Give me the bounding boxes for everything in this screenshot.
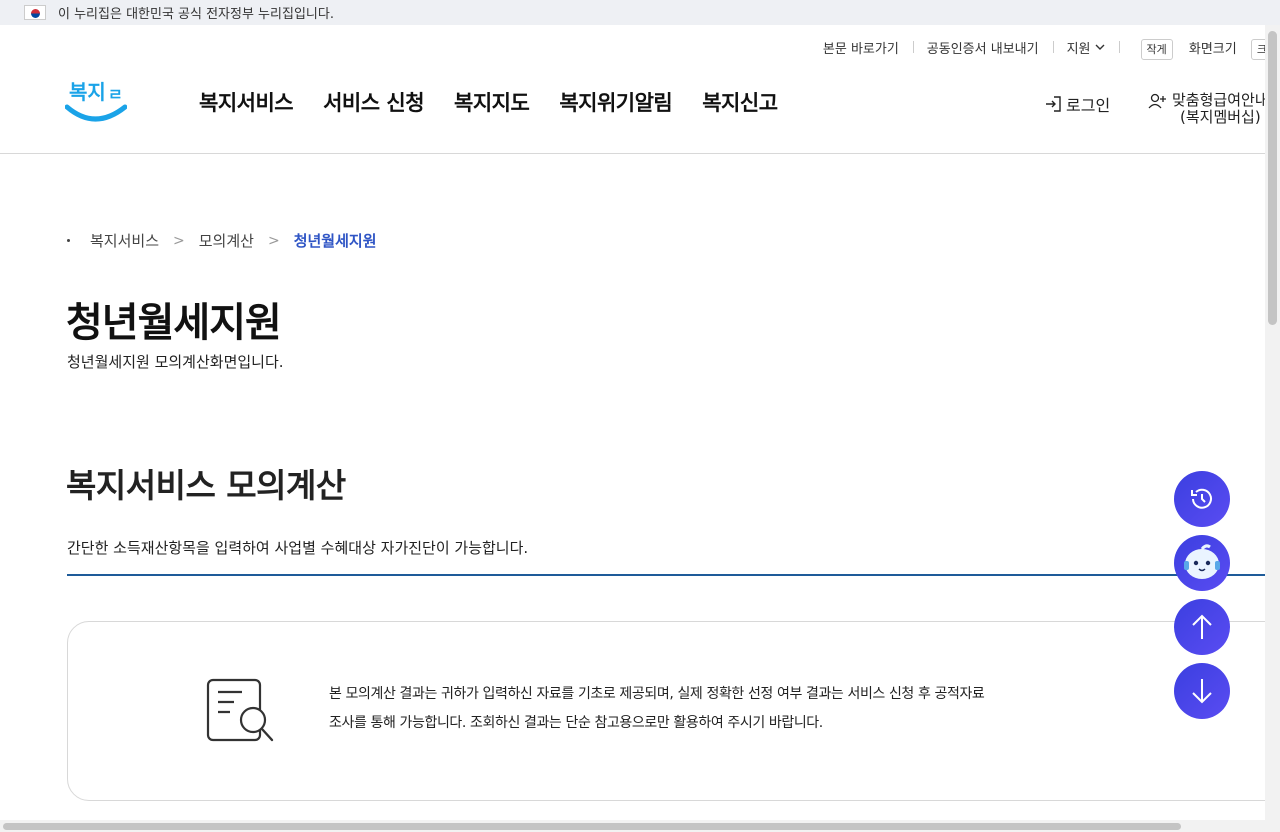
history-button[interactable] bbox=[1174, 471, 1230, 527]
gov-banner-text: 이 누리집은 대한민국 공식 전자정부 누리집입니다. bbox=[58, 7, 334, 22]
document-search-icon bbox=[206, 678, 274, 742]
nav-item-service-apply[interactable]: 서비스 신청 bbox=[323, 87, 424, 117]
login-icon bbox=[1046, 96, 1061, 112]
horizontal-scrollbar[interactable] bbox=[0, 820, 1280, 832]
history-icon bbox=[1191, 488, 1212, 509]
main-navigation: 복지서비스 서비스 신청 복지지도 복지위기알림 복지신고 bbox=[199, 87, 778, 117]
gov-banner: 이 누리집은 대한민국 공식 전자정부 누리집입니다. bbox=[0, 0, 1280, 25]
support-label: 지원 bbox=[1066, 42, 1091, 57]
nav-item-welfare-service[interactable]: 복지서비스 bbox=[199, 87, 294, 117]
chatbot-button[interactable] bbox=[1174, 535, 1230, 591]
notice-box: 본 모의계산 결과는 귀하가 입력하신 자료를 기초로 제공되며, 실제 정확한… bbox=[67, 621, 1280, 801]
arrow-down-icon bbox=[1192, 679, 1212, 704]
breadcrumb-level2[interactable]: 모의계산 bbox=[199, 230, 254, 251]
utility-menu: 본문 바로가기 공동인증서 내보내기 지원 작게 화면크기 크 bbox=[809, 38, 1268, 60]
bokjiro-logo[interactable]: 복지 ㄹ bbox=[64, 73, 128, 125]
font-size-label: 화면크기 bbox=[1188, 42, 1237, 57]
horizontal-scrollbar-thumb[interactable] bbox=[3, 823, 1181, 830]
login-button[interactable]: 로그인 bbox=[1044, 92, 1110, 116]
floating-actions bbox=[1174, 471, 1230, 719]
login-label: 로그인 bbox=[1066, 96, 1111, 115]
user-add-icon bbox=[1148, 93, 1166, 108]
chevron-down-icon bbox=[1095, 44, 1104, 50]
font-controls: 작게 화면크기 크 bbox=[1118, 38, 1268, 60]
home-icon[interactable] bbox=[67, 239, 70, 242]
chevron-right-icon: > bbox=[173, 232, 185, 249]
chevron-right-icon: > bbox=[267, 232, 280, 249]
section-title: 복지서비스 모의계산 bbox=[66, 466, 346, 505]
page-title: 청년월세지원 bbox=[66, 300, 282, 346]
svg-text:복지: 복지 bbox=[69, 80, 106, 104]
svg-text:ㄹ: ㄹ bbox=[108, 85, 123, 104]
arrow-up-icon bbox=[1192, 614, 1212, 639]
breadcrumb-current: 청년월세지원 bbox=[293, 232, 377, 250]
korea-flag-icon bbox=[24, 5, 46, 20]
vertical-scrollbar[interactable] bbox=[1265, 25, 1280, 820]
support-dropdown[interactable]: 지원 bbox=[1052, 38, 1119, 57]
nav-item-crisis-alert[interactable]: 복지위기알림 bbox=[559, 87, 672, 117]
breadcrumb-level1[interactable]: 복지서비스 bbox=[90, 230, 159, 251]
cert-export-link[interactable]: 공동인증서 내보내기 bbox=[912, 38, 1053, 57]
nav-item-welfare-report[interactable]: 복지신고 bbox=[702, 87, 778, 117]
font-small-button[interactable]: 작게 bbox=[1140, 39, 1173, 60]
member-benefit-button[interactable]: 맞춤형급여안내 (복지멤버십) bbox=[1148, 92, 1269, 126]
notice-text: 본 모의계산 결과는 귀하가 입력하신 자료를 기초로 제공되며, 실제 정확한… bbox=[329, 680, 1009, 738]
vertical-scrollbar-thumb[interactable] bbox=[1268, 31, 1277, 325]
notice-line2: 조사를 통해 가능합니다. 조회하신 결과는 단순 참고용으로만 활용하여 주시… bbox=[329, 715, 823, 731]
section-description: 간단한 소득재산항목을 입력하여 사업별 수혜대상 자가진단이 가능합니다. bbox=[67, 539, 529, 557]
logo-icon: 복지 ㄹ bbox=[64, 80, 128, 122]
member-label-line1: 맞춤형급여안내 bbox=[1172, 91, 1269, 109]
site-header: 본문 바로가기 공동인증서 내보내기 지원 작게 화면크기 크 복지 ㄹ 복지서… bbox=[0, 25, 1280, 154]
skip-content-link[interactable]: 본문 바로가기 bbox=[809, 38, 913, 57]
breadcrumb: 복지서비스 > 모의계산 > 청년월세지원 bbox=[67, 230, 377, 251]
section-divider bbox=[67, 574, 1265, 576]
nav-item-welfare-map[interactable]: 복지지도 bbox=[454, 87, 530, 117]
scroll-bottom-button[interactable] bbox=[1174, 663, 1230, 719]
member-label-line2: (복지멤버십) bbox=[1180, 108, 1261, 126]
chatbot-icon bbox=[1184, 544, 1220, 579]
page-description: 청년월세지원 모의계산화면입니다. bbox=[67, 353, 284, 371]
notice-line1: 본 모의계산 결과는 귀하가 입력하신 자료를 기초로 제공되며, 실제 정확한… bbox=[329, 686, 985, 702]
scroll-top-button[interactable] bbox=[1174, 599, 1230, 655]
